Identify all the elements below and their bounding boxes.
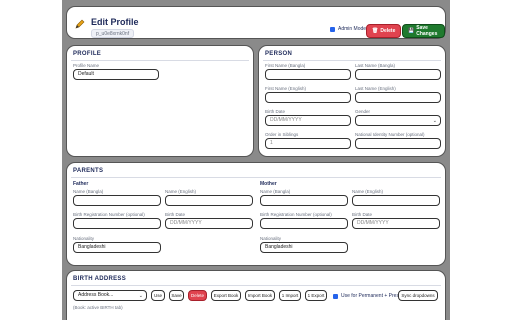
single-import-button[interactable]: 1 Import	[279, 290, 301, 301]
mother-name-bangla-input[interactable]	[260, 195, 348, 206]
mother-nationality-input[interactable]: Bangladeshi	[260, 242, 348, 253]
section-title-person: PERSON	[265, 51, 293, 57]
save-button-label: Save Changes	[416, 25, 438, 37]
save-address-button[interactable]: Save	[169, 290, 184, 301]
divider	[263, 60, 441, 61]
page-title: Edit Profile	[91, 17, 139, 27]
chevron-down-icon: ⌄	[432, 118, 437, 124]
father-name-english-label: Name (English)	[165, 189, 197, 194]
admin-mode-checkbox[interactable]	[330, 26, 335, 32]
profile-id-badge: p_u0e8xrnk0nf	[91, 29, 135, 38]
father-birth-date-label: Birth Date	[165, 212, 186, 217]
use-for-permanent-present-label: Use for Permanent + Present	[341, 293, 406, 299]
section-title-parents: PARENTS	[73, 168, 104, 174]
father-name-english-input[interactable]	[165, 195, 253, 206]
use-button[interactable]: Use	[151, 290, 165, 301]
person-card: PERSON First Name (Bangla) Last Name (Ba…	[258, 45, 446, 157]
gender-select[interactable]: ⌄	[355, 115, 441, 126]
order-in-siblings-input[interactable]: 1	[265, 138, 351, 149]
section-title-birth-address: BIRTH ADDRESS	[73, 276, 127, 282]
admin-mode-toggle[interactable]: Admin Mode	[330, 26, 366, 32]
trash-icon: 🗑	[372, 28, 379, 34]
sync-dropdowns-button[interactable]: Sync dropdowns	[398, 290, 438, 301]
pencil-icon	[75, 19, 85, 29]
father-nationality-input[interactable]: Bangladeshi	[73, 242, 161, 253]
mother-heading: Mother	[260, 181, 277, 187]
birth-date-label: Birth Date	[265, 109, 286, 114]
single-export-button[interactable]: 1 Export	[305, 290, 327, 301]
profile-card: PROFILE Profile Name Default	[66, 45, 254, 157]
header-card: Edit Profile p_u0e8xrnk0nf Admin Mode 🗑 …	[66, 6, 446, 39]
chevron-down-icon: ⌄	[138, 293, 143, 299]
father-name-bangla-input[interactable]	[73, 195, 161, 206]
divider	[71, 177, 441, 178]
address-book-hint: (Book: active BIRTH tab)	[73, 305, 123, 310]
mother-name-english-input[interactable]	[352, 195, 440, 206]
father-heading: Father	[73, 181, 89, 187]
address-book-value: Address Book...	[78, 292, 114, 298]
address-book-select[interactable]: Address Book... ⌄	[73, 290, 147, 301]
divider	[71, 60, 249, 61]
profile-name-label: Profile Name	[73, 63, 100, 68]
mother-nationality-label: Nationality	[260, 236, 282, 241]
mother-birth-date-label: Birth Date	[352, 212, 373, 217]
mother-birth-date-input[interactable]: DD/MM/YYYY	[352, 218, 440, 229]
father-nationality-label: Nationality	[73, 236, 95, 241]
father-name-bangla-label: Name (Bangla)	[73, 189, 104, 194]
delete-button[interactable]: 🗑 Delete	[366, 24, 402, 38]
father-brn-input[interactable]	[73, 218, 161, 229]
national-id-input[interactable]	[355, 138, 441, 149]
father-birth-date-input[interactable]: DD/MM/YYYY	[165, 218, 253, 229]
import-book-button[interactable]: Import Book	[245, 290, 275, 301]
use-for-permanent-present-toggle[interactable]: Use for Permanent + Present	[333, 293, 406, 299]
birth-date-input[interactable]: DD/MM/YYYY	[265, 115, 351, 126]
mother-brn-input[interactable]	[260, 218, 348, 229]
birth-address-card: BIRTH ADDRESS Address Book... ⌄ Use Save…	[66, 270, 446, 320]
mother-name-english-label: Name (English)	[352, 189, 384, 194]
mother-brn-label: Birth Registration Number (optional)	[260, 212, 332, 217]
gender-label: Gender	[355, 109, 371, 114]
delete-address-button[interactable]: Delete	[188, 290, 207, 301]
section-title-profile: PROFILE	[73, 51, 102, 57]
first-name-bangla-label: First Name (Bangla)	[265, 63, 306, 68]
mother-name-bangla-label: Name (Bangla)	[260, 189, 291, 194]
first-name-english-input[interactable]	[265, 92, 351, 103]
order-in-siblings-label: Order in Siblings	[265, 132, 299, 137]
first-name-bangla-input[interactable]	[265, 69, 351, 80]
save-icon: 💾	[408, 28, 415, 34]
national-id-label: National Identity Number (optional)	[355, 132, 425, 137]
father-brn-label: Birth Registration Number (optional)	[73, 212, 145, 217]
delete-button-label: Delete	[380, 28, 396, 34]
export-book-button[interactable]: Export Book	[211, 290, 241, 301]
profile-name-input[interactable]: Default	[73, 69, 159, 80]
last-name-bangla-input[interactable]	[355, 69, 441, 80]
save-changes-button[interactable]: 💾 Save Changes	[402, 24, 445, 38]
divider	[71, 285, 441, 286]
app-window: Edit Profile p_u0e8xrnk0nf Admin Mode 🗑 …	[62, 0, 450, 320]
last-name-english-input[interactable]	[355, 92, 441, 103]
use-for-permanent-present-checkbox[interactable]	[333, 293, 338, 299]
parents-card: PARENTS Father Name (Bangla) Name (Engli…	[66, 162, 446, 266]
last-name-english-label: Last Name (English)	[355, 86, 396, 91]
admin-mode-label: Admin Mode	[338, 26, 367, 32]
last-name-bangla-label: Last Name (Bangla)	[355, 63, 396, 68]
first-name-english-label: First Name (English)	[265, 86, 307, 91]
